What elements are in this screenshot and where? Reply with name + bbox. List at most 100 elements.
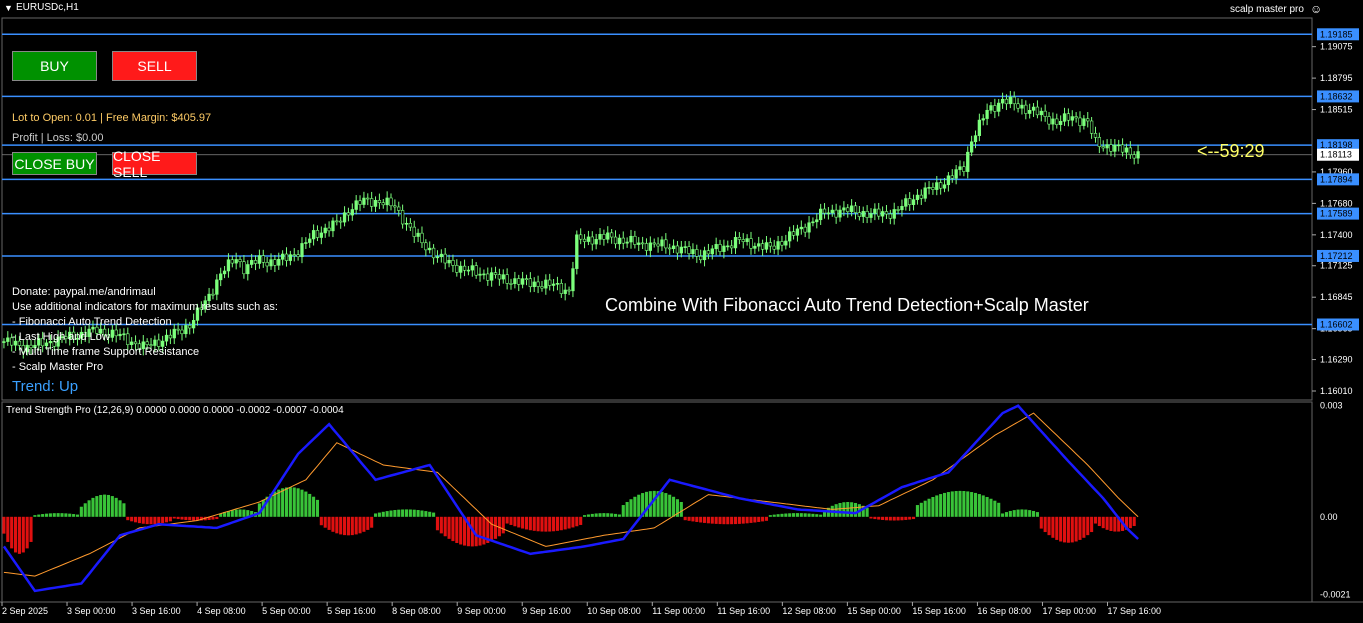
histogram-bar (997, 502, 1001, 517)
candle-body (250, 260, 254, 265)
candle-body (687, 246, 691, 255)
histogram-bar (44, 513, 49, 517)
histogram-bar (354, 516, 358, 535)
histogram-bar (75, 514, 80, 517)
histogram-bar (315, 499, 320, 517)
histogram-bar (989, 498, 993, 517)
candle-body (613, 236, 618, 245)
candle-body (1051, 118, 1055, 125)
ea-name-label: scalp master pro (1230, 4, 1304, 15)
histogram-bar (730, 516, 734, 525)
candle-body (1062, 113, 1067, 122)
candle-body (478, 273, 482, 276)
candle-body (888, 213, 892, 219)
candle-body (675, 245, 680, 254)
histogram-bar (153, 516, 157, 525)
candle-body (377, 200, 382, 204)
candle-body (257, 255, 262, 264)
candle-body (1117, 144, 1121, 147)
histogram-bar (331, 516, 335, 532)
histogram-bar (699, 516, 703, 523)
candle-body (849, 205, 854, 212)
sell-button[interactable]: SELL (112, 51, 197, 81)
level-price-label: 1.17589 (1320, 209, 1353, 219)
histogram-bar (753, 516, 757, 523)
donate-line: - Multi Time frame Support Resistance (12, 346, 200, 358)
candle-body (598, 233, 602, 240)
candle-body (443, 253, 447, 264)
candle-body (652, 242, 656, 245)
histogram-bar (923, 500, 927, 517)
candle-body (1012, 96, 1016, 105)
candle-body (342, 212, 347, 223)
histogram-bar (1059, 516, 1063, 542)
candle-body (977, 119, 982, 136)
smiley-icon[interactable]: ☺ (1310, 2, 1322, 16)
histogram-bar (1074, 516, 1078, 542)
candle-body (807, 222, 811, 233)
close-buy-button[interactable]: CLOSE BUY (12, 152, 97, 175)
histogram-bar (377, 512, 381, 517)
candle-body (1047, 116, 1051, 125)
histogram-bar (404, 509, 409, 517)
candle-body (668, 247, 672, 250)
histogram-bar (52, 513, 56, 517)
candle-body (830, 209, 834, 214)
candle-body (815, 219, 819, 223)
histogram-bar (133, 516, 138, 523)
histogram-bar (621, 505, 625, 517)
histogram-bar (1004, 512, 1009, 517)
histogram-bar (555, 516, 560, 531)
candle-body (1136, 151, 1140, 159)
histogram-bar (319, 516, 323, 526)
price-tick-label: 1.17125 (1320, 261, 1353, 271)
histogram-bar (792, 513, 796, 517)
time-tick-label: 4 Sep 08:00 (197, 606, 246, 616)
histogram-bar (896, 516, 900, 521)
candle-body (745, 238, 749, 242)
histogram-bar (563, 516, 567, 530)
candle-body (699, 255, 703, 261)
histogram-bar (718, 516, 722, 525)
candle-body (551, 283, 556, 286)
candle-body (834, 209, 838, 218)
histogram-bar (579, 516, 583, 525)
candle-body (575, 234, 579, 269)
candle-body (319, 232, 323, 238)
time-tick-label: 17 Sep 16:00 (1107, 606, 1161, 616)
histogram-bar (137, 516, 141, 524)
level-price-label: 1.18198 (1320, 140, 1353, 150)
histogram-bar (87, 500, 91, 517)
candle-body (358, 200, 362, 205)
candle-body (1078, 117, 1082, 126)
buy-button[interactable]: BUY (12, 51, 97, 81)
histogram-bar (1008, 510, 1012, 517)
histogram-bar (10, 516, 14, 549)
histogram-bar (358, 516, 362, 534)
histogram-bar (617, 514, 621, 517)
histogram-bar (493, 516, 498, 539)
histogram-bar (350, 516, 354, 536)
histogram-bar (1097, 516, 1101, 527)
histogram-bar (668, 494, 672, 517)
symbol-label[interactable]: EURUSDc,H1 (16, 1, 79, 15)
histogram-bar (733, 516, 738, 525)
histogram-bar (687, 516, 691, 521)
candle-body (6, 337, 10, 342)
candle-body (284, 253, 289, 261)
close-sell-button[interactable]: CLOSE SELL (112, 148, 197, 180)
histogram-bar (1028, 510, 1032, 517)
candle-body (520, 278, 525, 285)
histogram-bar (192, 516, 196, 521)
histogram-bar (1093, 516, 1098, 524)
candle-body (1004, 98, 1009, 105)
candle-body (1124, 147, 1129, 153)
histogram-bar (381, 511, 385, 517)
histogram-bar (1101, 516, 1105, 529)
symbol-dropdown-icon[interactable]: ▼ (4, 1, 13, 15)
indicator-tick-label: 0.003 (1320, 401, 1343, 411)
histogram-bar (21, 516, 25, 553)
candle-body (482, 273, 486, 276)
histogram-bar (95, 496, 99, 517)
candle-body (455, 265, 459, 273)
